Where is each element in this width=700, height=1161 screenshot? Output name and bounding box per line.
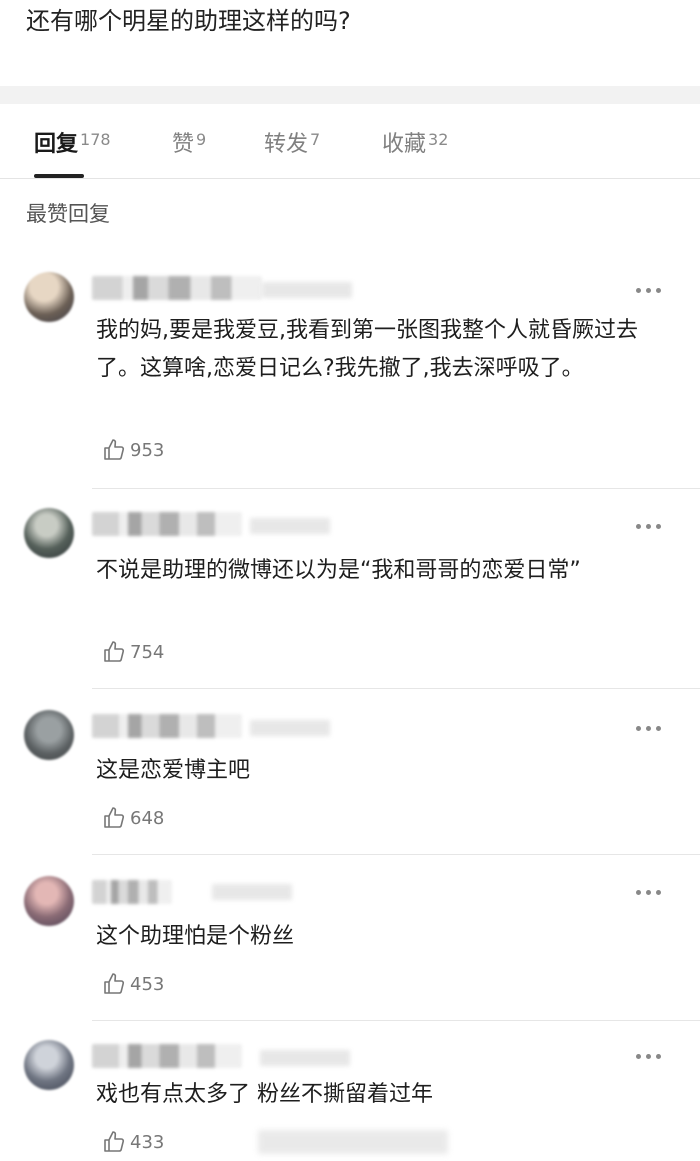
more-dots-icon[interactable] (636, 888, 664, 896)
avatar[interactable] (24, 272, 74, 322)
avatar[interactable] (24, 876, 74, 926)
section-separator (0, 86, 700, 104)
more-dots-icon[interactable] (636, 522, 664, 530)
username-blurred[interactable] (92, 1044, 242, 1068)
like-count: 453 (130, 974, 165, 995)
comment-divider (92, 854, 700, 855)
comment-divider (92, 488, 700, 489)
tab-likes[interactable]: 赞9 (172, 126, 206, 178)
timestamp-blurred (250, 720, 330, 736)
more-dots-icon[interactable] (636, 286, 664, 294)
comment-divider (92, 1020, 700, 1021)
more-dots-icon[interactable] (636, 724, 664, 732)
avatar[interactable] (24, 1040, 74, 1090)
comment-text: 这是恋爱博主吧 (96, 758, 251, 783)
more-dots-icon[interactable] (636, 1052, 664, 1060)
timestamp-blurred (212, 884, 292, 900)
thumbs-up-icon (104, 973, 125, 994)
timestamp-blurred (250, 518, 330, 534)
section-title-top-replies: 最赞回复 (26, 202, 110, 226)
tab-count: 32 (428, 129, 449, 149)
timestamp-blurred (262, 282, 352, 298)
tab-replies[interactable]: 回复 178 (34, 126, 111, 178)
tab-count: 9 (196, 129, 207, 149)
post-title: 还有哪个明星的助理这样的吗? (26, 7, 351, 35)
like-count: 433 (130, 1132, 165, 1153)
tab-label: 收藏 (382, 132, 427, 157)
avatar[interactable] (24, 508, 74, 558)
username-blurred[interactable] (92, 276, 262, 300)
tab-reposts[interactable]: 转发 7 (264, 126, 320, 178)
comment-divider (92, 688, 700, 689)
thumbs-up-icon (104, 1131, 125, 1152)
username-blurred[interactable] (92, 714, 242, 738)
comment-text: 这个助理怕是个粉丝 (96, 924, 295, 949)
thumbs-up-icon (104, 641, 125, 662)
tab-count: 178 (80, 129, 111, 149)
avatar[interactable] (24, 710, 74, 760)
comment-text: 我的妈,要是我爱豆,我看到第一张图我整个人就昏厥过去了。这算啥,恋爱日记么?我先… (96, 318, 638, 381)
like-count: 648 (130, 808, 165, 829)
watermark-blurred (258, 1130, 448, 1154)
thumbs-up-icon (104, 807, 125, 828)
tab-bar: 回复 178 赞9 转发 7 收藏 32 (0, 104, 700, 179)
comment-text: 不说是助理的微博还以为是“我和哥哥的恋爱日常” (96, 558, 581, 583)
username-blurred[interactable] (92, 512, 242, 536)
thumbs-up-icon (104, 439, 125, 460)
comment-text: 戏也有点太多了 粉丝不撕留着过年 (96, 1082, 433, 1107)
tab-count: 7 (310, 129, 321, 149)
username-blurred[interactable] (92, 880, 172, 904)
tab-label: 回复 (34, 132, 79, 157)
like-count: 953 (130, 440, 165, 461)
timestamp-blurred (260, 1050, 350, 1066)
tab-label: 转发 (264, 132, 309, 157)
tab-label: 赞 (172, 132, 195, 157)
like-count: 754 (130, 642, 165, 663)
tab-favorites[interactable]: 收藏 32 (382, 126, 448, 178)
